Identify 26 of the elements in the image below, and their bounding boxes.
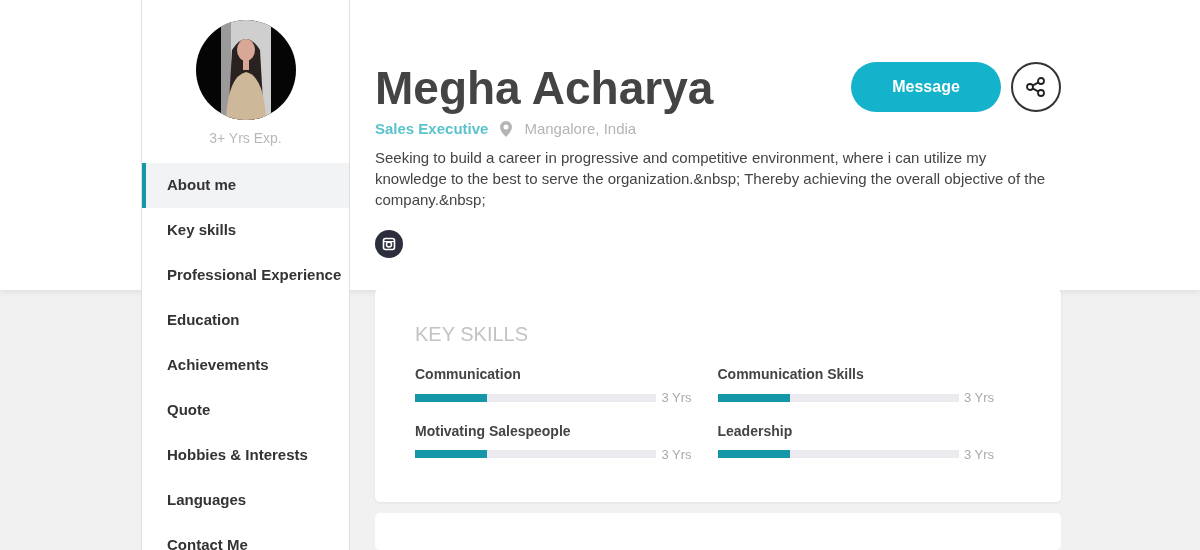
skill-name: Communication Skills (717, 365, 864, 384)
sidebar-item[interactable]: Achievements (142, 343, 349, 388)
location-text: Mangalore, India (524, 119, 637, 139)
skill-name: Communication (415, 365, 521, 384)
profile-name: Megha Acharya (375, 61, 714, 116)
skill-years: 3 Yrs (661, 389, 692, 408)
share-icon (1025, 76, 1047, 98)
skill-years: 3 Yrs (963, 389, 994, 408)
skill-years: 3 Yrs (963, 445, 994, 464)
skill-years: 3 Yrs (661, 445, 692, 464)
job-title: Sales Executive (375, 119, 489, 139)
sidebar-item[interactable]: Languages (142, 478, 349, 523)
sidebar-item[interactable]: Education (142, 298, 349, 343)
location-pin-icon (500, 121, 513, 138)
sidebar-item[interactable]: Hobbies & Interests (142, 433, 349, 478)
skill-name: Leadership (717, 421, 793, 440)
sidebar-item[interactable]: Contact Me (142, 523, 349, 550)
sidebar-item[interactable]: About me (142, 163, 349, 208)
sidebar-item[interactable]: Key skills (142, 208, 349, 253)
instagram-icon[interactable] (375, 229, 403, 258)
skill-name: Motivating Salespeople (415, 421, 571, 440)
summary-text: Seeking to build a career in progressive and competitive environment, where i can utilize my knowledge to the best to serve the organization.&nbsp; Thereby achieving the overall objective of the company.&nbsp; (375, 147, 1047, 210)
sidebar-item[interactable]: Professional Experience (142, 253, 349, 298)
section-heading: KEY SKILLS (415, 322, 529, 348)
experience-text: 3+ Yrs Exp. (208, 129, 283, 148)
sidebar-item[interactable]: Quote (142, 388, 349, 433)
